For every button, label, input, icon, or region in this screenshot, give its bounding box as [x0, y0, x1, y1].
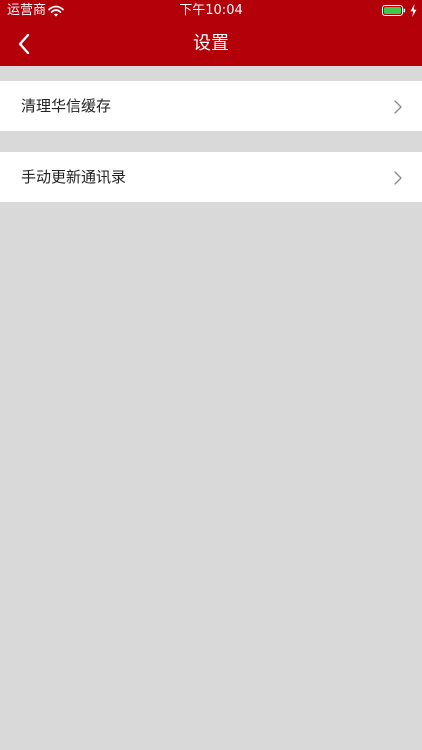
- status-bar: 运营商 下午10:04: [0, 0, 422, 22]
- chevron-right-icon: [394, 170, 402, 185]
- navigation-bar: 设置: [0, 22, 422, 66]
- charging-bolt-icon: [410, 4, 417, 17]
- update-contacts-row[interactable]: 手动更新通讯录: [0, 152, 422, 202]
- page-title: 设置: [193, 33, 229, 54]
- clear-cache-label: 清理华信缓存: [21, 97, 112, 115]
- battery-icon: [382, 5, 406, 16]
- chevron-right-icon: [394, 99, 402, 114]
- update-contacts-label: 手动更新通讯录: [21, 168, 127, 186]
- clear-cache-row[interactable]: 清理华信缓存: [0, 81, 422, 131]
- app-header: 运营商 下午10:04 设置: [0, 0, 422, 66]
- status-time: 下午10:04: [179, 3, 243, 18]
